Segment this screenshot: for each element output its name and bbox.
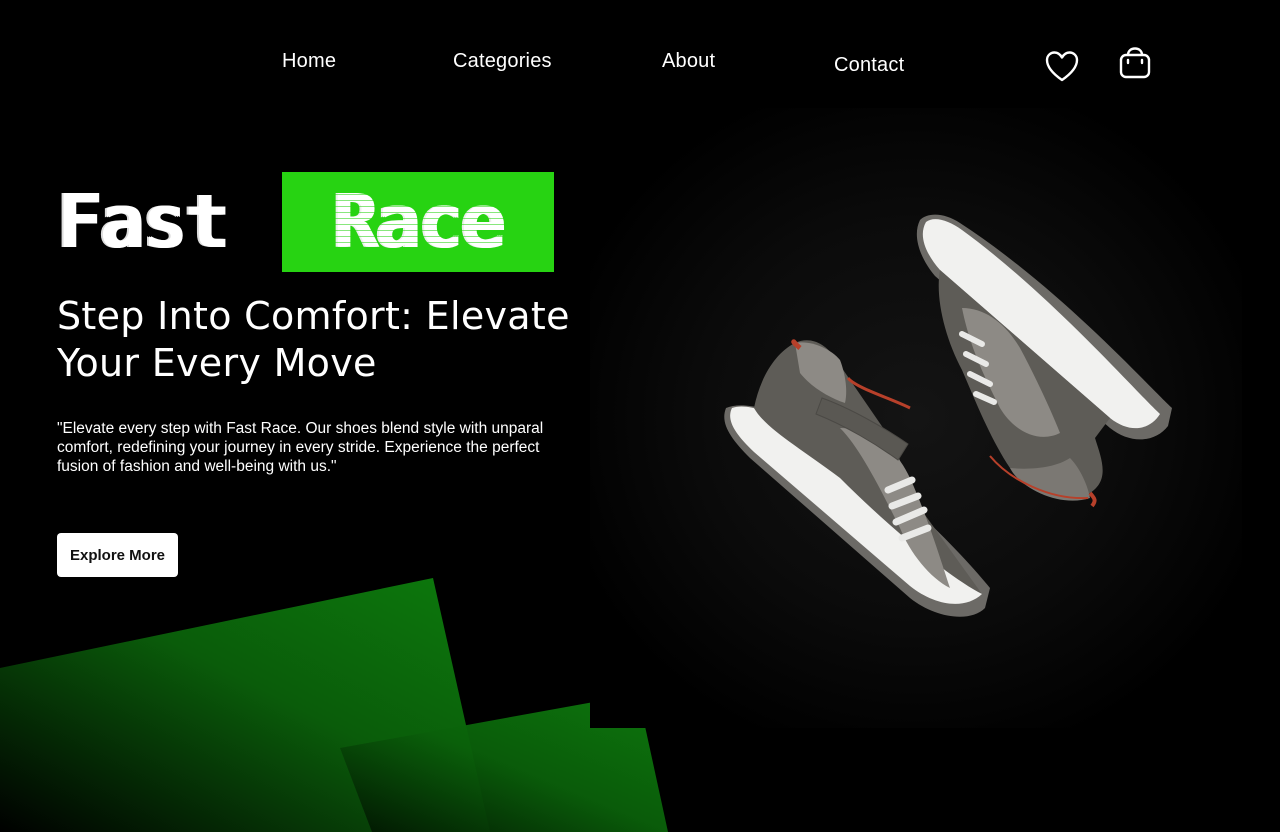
headline-line-1: Step Into Comfort: Elevate bbox=[57, 294, 570, 338]
hero-headline: Step Into Comfort: Elevate Your Every Mo… bbox=[57, 293, 617, 387]
hero-description: "Elevate every step with Fast Race. Our … bbox=[57, 419, 591, 479]
description-line-2: comfort, redefining your journey in ever… bbox=[57, 439, 540, 456]
description-line-3: fusion of fashion and well-being with us… bbox=[57, 458, 337, 475]
logo-word-fast: Fast bbox=[57, 172, 279, 272]
headline-line-2: Your Every Move bbox=[57, 341, 377, 385]
logo-race-box: Race bbox=[282, 172, 554, 272]
description-line-1: "Elevate every step with Fast Race. Our … bbox=[57, 420, 544, 437]
sneaker-right bbox=[916, 214, 1172, 508]
brand-logo: Fast Race bbox=[57, 172, 554, 272]
nav-categories[interactable]: Categories bbox=[453, 50, 552, 73]
sneaker-left bbox=[724, 339, 990, 617]
nav-home[interactable]: Home bbox=[282, 50, 336, 73]
nav-about[interactable]: About bbox=[662, 50, 715, 73]
nav-contact[interactable]: Contact bbox=[834, 54, 904, 77]
landing-page: Home Categories About Contact Fast Race … bbox=[0, 0, 1280, 832]
explore-more-button[interactable]: Explore More bbox=[57, 533, 178, 577]
heart-icon[interactable] bbox=[1045, 50, 1079, 84]
shopping-bag-icon[interactable] bbox=[1118, 46, 1152, 80]
logo-word-race: Race bbox=[332, 179, 505, 265]
sneakers-image bbox=[724, 214, 1172, 617]
green-panel-left bbox=[0, 578, 490, 832]
